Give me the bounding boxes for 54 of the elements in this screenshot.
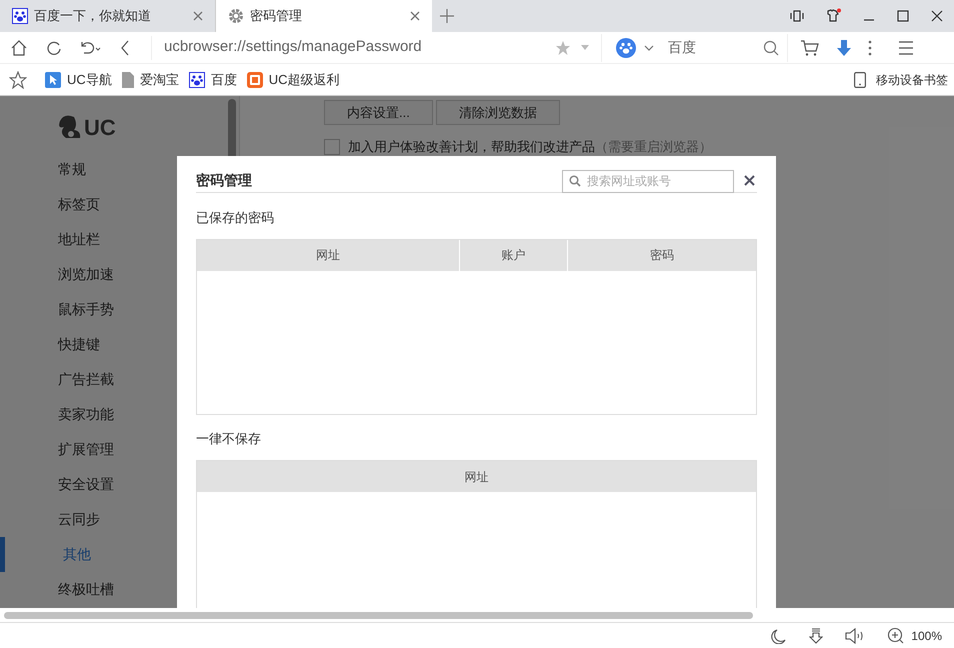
page-icon (122, 72, 134, 88)
column-header: 账户 (459, 240, 567, 271)
star-outline-icon[interactable] (9, 70, 27, 88)
search-field[interactable]: 百度 (602, 34, 788, 62)
back-icon[interactable] (120, 40, 130, 56)
close-icon[interactable] (930, 9, 944, 23)
search-field[interactable]: 搜索网址或账号 (562, 170, 734, 193)
column-header: 网址 (315, 247, 341, 264)
download-icon[interactable] (809, 628, 824, 644)
search-icon[interactable] (763, 40, 779, 56)
paw-icon (12, 8, 28, 24)
dialog-title: 密码管理 (196, 171, 253, 190)
cursor-icon (45, 72, 61, 88)
undo-icon[interactable] (80, 40, 102, 56)
chevron-down-icon[interactable] (644, 44, 654, 50)
paw-icon[interactable] (616, 38, 636, 58)
browser-tab[interactable]: 密码管理 (216, 0, 432, 32)
speaker-icon[interactable] (845, 628, 866, 644)
gear-icon (228, 8, 244, 24)
download-icon[interactable] (836, 38, 852, 56)
reload-icon[interactable] (46, 40, 62, 56)
search-icon (569, 175, 581, 188)
maximize-icon[interactable] (896, 9, 910, 23)
section-title: 已保存的密码 (196, 208, 275, 227)
logo-text: UC (84, 114, 116, 142)
checkbox[interactable] (324, 138, 340, 155)
moon-icon[interactable] (771, 628, 788, 644)
phone-icon (854, 72, 866, 88)
settings-button[interactable]: 清除浏览数据 (436, 100, 560, 125)
tao-icon (246, 72, 263, 88)
address-bar[interactable]: ucbrowser://settings/managePassword (152, 34, 602, 62)
bookmark-item[interactable]: 爱淘宝 (122, 68, 179, 92)
bookmark-item[interactable]: 百度 (188, 68, 237, 92)
settings-button[interactable]: 内容设置... (324, 100, 433, 125)
home-icon[interactable] (10, 38, 28, 56)
paw-icon (188, 72, 205, 88)
bookmark-item[interactable]: 移动设备书签 (854, 68, 948, 92)
menu-icon[interactable] (898, 40, 914, 56)
cart-icon[interactable] (800, 38, 820, 56)
zoom-icon[interactable] (887, 626, 906, 644)
plus-icon[interactable] (440, 9, 454, 23)
checkbox-label: 加入用户体验改善计划，帮助我们改进产品（需要重启浏览器） (348, 138, 712, 156)
close-icon[interactable] (744, 175, 755, 186)
scrollbar-thumb[interactable] (4, 612, 753, 618)
bookmark-item[interactable]: UC超级返利 (246, 68, 340, 92)
section-title: 一律不保存 (196, 430, 262, 448)
close-icon[interactable] (410, 11, 420, 21)
column-header: 密码 (567, 240, 756, 271)
column-header: 网址 (464, 468, 490, 486)
screen-icon[interactable] (790, 9, 804, 23)
zoom-level: 100% (911, 628, 942, 644)
bookmark-item[interactable]: UC导航 (45, 68, 112, 92)
star-icon[interactable] (555, 40, 571, 56)
more-icon[interactable] (868, 40, 872, 56)
